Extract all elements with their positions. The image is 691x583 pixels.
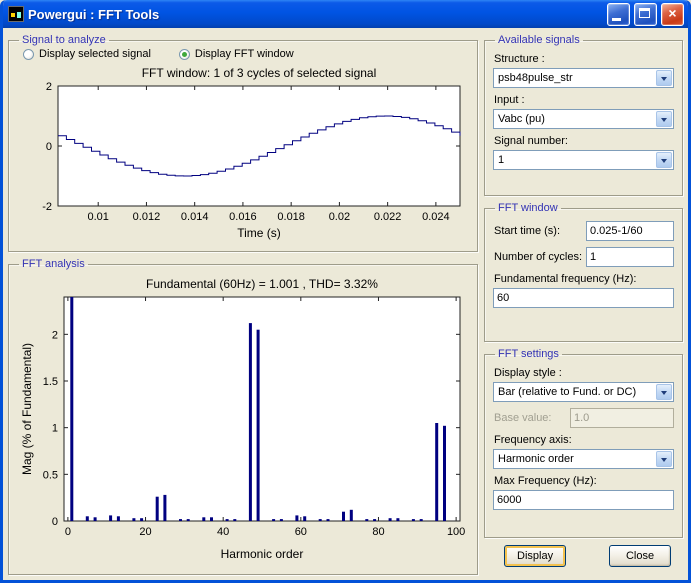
base-value-input [570,408,674,428]
start-time-row: Start time (s): [493,221,674,241]
svg-text:0: 0 [46,141,52,153]
titlebar[interactable]: Powergui : FFT Tools × [3,0,688,28]
max-frequency-label: Max Frequency (Hz): [494,475,674,487]
svg-text:1: 1 [52,423,58,435]
radio-display-selected-signal-label: Display selected signal [39,48,151,60]
minimize-button[interactable] [607,3,630,26]
window-title: Powergui : FFT Tools [28,7,603,22]
svg-text:0.01: 0.01 [87,211,108,223]
chevron-down-icon [656,384,672,400]
signal-number-label: Signal number: [494,135,674,147]
fft-settings-title: FFT settings [495,348,562,360]
close-icon: × [662,4,683,23]
svg-text:80: 80 [372,526,384,538]
svg-text:Mag (% of Fundamental): Mag (% of Fundamental) [20,343,34,475]
signal-radio-row: Display selected signal Display FFT wind… [23,48,469,60]
structure-select-value: psb48pulse_str [498,72,655,84]
svg-text:2: 2 [52,329,58,341]
max-frequency-input[interactable] [493,490,674,510]
svg-text:60: 60 [295,526,307,538]
cycles-input[interactable] [586,247,674,267]
svg-text:0.02: 0.02 [329,211,350,223]
svg-text:1.5: 1.5 [43,376,58,388]
structure-select[interactable]: psb48pulse_str [493,68,674,88]
base-value-row: Base value: [493,408,674,428]
display-button[interactable]: Display [504,545,566,567]
chevron-down-icon [656,451,672,467]
display-style-select-value: Bar (relative to Fund. or DC) [498,386,655,398]
svg-text:0: 0 [52,516,58,528]
fft-settings-panel: FFT settings Display style : Bar (relati… [484,348,683,538]
svg-text:0.5: 0.5 [43,469,58,481]
svg-text:0: 0 [65,526,71,538]
svg-text:Harmonic order: Harmonic order [221,547,304,561]
powergui-app-icon [8,6,24,22]
minimize-icon [612,18,621,21]
powergui-fft-tools-window: Powergui : FFT Tools × Signal to analyze… [0,0,691,583]
svg-text:Fundamental (60Hz) = 1.001 , T: Fundamental (60Hz) = 1.001 , THD= 3.32% [146,277,378,291]
input-select[interactable]: Vabc (pu) [493,109,674,129]
fft-window-panel-title: FFT window [495,202,561,214]
svg-text:0.024: 0.024 [422,211,450,223]
base-value-label: Base value: [494,412,551,424]
fundamental-frequency-input[interactable] [493,288,674,308]
input-label: Input : [494,94,674,106]
fft-window-panel: FFT window Start time (s): Number of cyc… [484,202,683,342]
fft-window-chart: 0.01 0.012 0.014 0.016 0.018 0.02 0.022 0.024 -2… [18,62,468,242]
svg-text:0.018: 0.018 [277,211,305,223]
svg-text:0.016: 0.016 [229,211,257,223]
available-signals-panel: Available signals Structure : psb48pulse… [484,34,683,196]
signal-number-select[interactable]: 1 [493,150,674,170]
cycles-row: Number of cycles: [493,247,674,267]
chevron-down-icon [656,70,672,86]
svg-text:2: 2 [46,81,52,93]
frequency-axis-select-value: Harmonic order [498,453,655,465]
svg-text:100: 100 [447,526,465,538]
close-window-button[interactable]: × [661,3,684,26]
radio-display-selected-signal[interactable]: Display selected signal [23,48,151,60]
chevron-down-icon [656,152,672,168]
start-time-input[interactable] [586,221,674,241]
display-style-select[interactable]: Bar (relative to Fund. or DC) [493,382,674,402]
svg-text:FFT window: 1 of 3 cycles of s: FFT window: 1 of 3 cycles of selected si… [142,66,377,80]
svg-text:0.012: 0.012 [133,211,161,223]
cycles-label: Number of cycles: [494,251,582,263]
radio-display-fft-window-label: Display FFT window [195,48,294,60]
chevron-down-icon [656,111,672,127]
maximize-button[interactable] [634,3,657,26]
action-buttons-row: Display Close [484,545,683,567]
signal-to-analyze-title: Signal to analyze [19,34,109,46]
close-button[interactable]: Close [609,545,671,567]
svg-text:Time (s): Time (s) [237,226,281,240]
input-select-value: Vabc (pu) [498,113,655,125]
svg-text:20: 20 [139,526,151,538]
svg-text:40: 40 [217,526,229,538]
maximize-icon [639,8,650,18]
radio-checked-icon [179,49,190,60]
structure-label: Structure : [494,53,674,65]
start-time-label: Start time (s): [494,225,560,237]
svg-text:-2: -2 [42,201,52,213]
signal-number-select-value: 1 [498,154,655,166]
display-style-label: Display style : [494,367,674,379]
svg-text:0.014: 0.014 [181,211,209,223]
frequency-axis-label: Frequency axis: [494,434,674,446]
radio-unchecked-icon [23,49,34,60]
fft-analysis-panel: FFT analysis 0 20 40 60 80 100 0 0.5 1 1.5 2 Fundam… [8,258,478,575]
fundamental-frequency-label: Fundamental frequency (Hz): [494,273,674,285]
radio-display-fft-window[interactable]: Display FFT window [179,48,294,60]
signal-to-analyze-panel: Signal to analyze Display selected signa… [8,34,478,252]
frequency-axis-select[interactable]: Harmonic order [493,449,674,469]
svg-text:0.022: 0.022 [374,211,402,223]
window-content: Signal to analyze Display selected signa… [3,28,688,580]
fft-analysis-chart: 0 20 40 60 80 100 0 0.5 1 1.5 2 Fundamental (60Hz) … [18,271,468,563]
fft-analysis-title: FFT analysis [19,258,88,270]
available-signals-title: Available signals [495,34,583,46]
